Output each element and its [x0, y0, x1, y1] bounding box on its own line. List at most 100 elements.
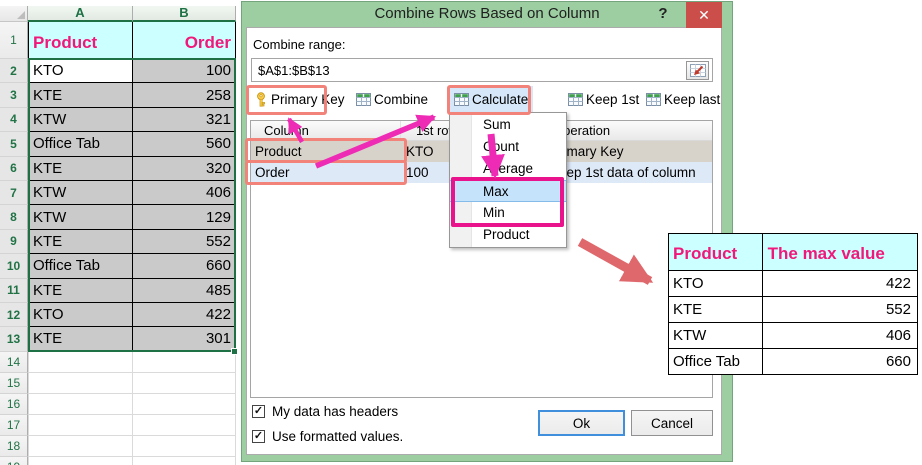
row-number[interactable]: 16 — [0, 393, 28, 415]
cell-b15[interactable] — [133, 372, 236, 394]
cell-a3[interactable]: KTE — [28, 83, 133, 108]
row-number[interactable]: 18 — [0, 435, 28, 457]
primary-key-button[interactable]: Primary Key — [254, 88, 345, 110]
menu-item-sum[interactable]: Sum — [450, 114, 566, 136]
cell-b10[interactable]: 660 — [133, 254, 236, 279]
menu-item-product[interactable]: Product — [450, 224, 566, 246]
range-selector-button[interactable] — [686, 60, 709, 80]
row-number[interactable]: 9 — [0, 229, 28, 255]
keep-last-button[interactable]: Keep last — [646, 88, 720, 110]
cell-b18[interactable] — [133, 435, 236, 457]
cell-a11[interactable]: KTE — [28, 278, 133, 303]
cell-b19[interactable] — [133, 456, 236, 465]
cell-a8[interactable]: KTW — [28, 205, 133, 230]
cell-a2-active[interactable]: KTO — [28, 59, 133, 84]
cell-b9[interactable]: 552 — [133, 229, 236, 255]
result-cell-product: Office Tab — [669, 349, 763, 375]
my-data-has-headers-checkbox[interactable]: ✓ My data has headers — [252, 404, 398, 419]
row-number[interactable]: 5 — [0, 132, 28, 157]
column-list-header-column[interactable]: Column — [251, 121, 401, 140]
cell-a14[interactable] — [28, 351, 133, 373]
row-number[interactable]: 2 — [0, 59, 28, 84]
cell-a1[interactable]: Product — [28, 22, 133, 59]
screenshot-root: A B 1 Product Order 2 KTO 100 3 KTE 2 5 8 … — [0, 0, 922, 465]
close-button[interactable]: ✕ — [686, 2, 722, 28]
row-number[interactable]: 12 — [0, 302, 28, 328]
cell-b5[interactable]: 560 — [133, 132, 236, 157]
cell-b12[interactable]: 422 — [133, 302, 236, 328]
sheet-row-2: 2 KTO 100 — [0, 59, 236, 84]
cell-a10[interactable]: Office Tab — [28, 254, 133, 279]
cell-b2[interactable]: 100 — [133, 59, 236, 84]
row-number[interactable]: 6 — [0, 156, 28, 181]
row-number[interactable]: 3 — [0, 83, 28, 108]
cell-b14[interactable] — [133, 351, 236, 373]
help-button[interactable]: ? — [653, 5, 673, 22]
menu-item-min[interactable]: Min — [450, 202, 566, 224]
menu-item-average[interactable]: Average — [450, 158, 566, 180]
row-number[interactable]: 13 — [0, 327, 28, 352]
row-number[interactable]: 1 — [0, 22, 28, 59]
keep-1st-label: Keep 1st — [586, 91, 640, 107]
list-cell-column: Order — [255, 165, 290, 180]
cell-a17[interactable] — [28, 414, 133, 436]
combine-button[interactable]: Combine — [356, 88, 428, 110]
list-cell-column: Product — [255, 144, 302, 159]
cell-a18[interactable] — [28, 435, 133, 457]
list-cell-operation: Primary Key — [550, 144, 624, 159]
row-number[interactable]: 10 — [0, 254, 28, 279]
column-headers: A B — [0, 6, 236, 22]
combine-label: Combine — [374, 91, 429, 107]
cancel-button[interactable]: Cancel — [631, 410, 713, 436]
combine-range-input[interactable]: $A$1:$B$13 — [251, 58, 713, 82]
menu-item-max[interactable]: Max — [450, 180, 566, 202]
cell-b17[interactable] — [133, 414, 236, 436]
calculate-button[interactable]: Calculate — [449, 86, 534, 113]
result-row: KTO 422 — [669, 271, 918, 297]
sheet-row-1: 1 Product Order — [0, 22, 236, 59]
close-icon: ✕ — [698, 6, 710, 23]
select-all-corner[interactable] — [0, 6, 28, 22]
cell-a15[interactable] — [28, 372, 133, 394]
cell-b1[interactable]: Order — [133, 22, 236, 59]
row-number[interactable]: 7 — [0, 180, 28, 206]
row-number[interactable]: 19 — [0, 456, 28, 465]
use-formatted-values-checkbox[interactable]: ✓ Use formatted values. — [252, 429, 403, 444]
keep-1st-button[interactable]: Keep 1st — [568, 88, 639, 110]
row-number[interactable]: 14 — [0, 351, 28, 373]
fill-handle[interactable] — [231, 348, 238, 355]
cell-a13[interactable]: KTE — [28, 327, 133, 352]
row-number[interactable]: 8 — [0, 205, 28, 230]
cell-a5[interactable]: Office Tab — [28, 132, 133, 157]
cell-b16[interactable] — [133, 393, 236, 415]
cell-b6[interactable]: 320 — [133, 156, 236, 181]
cell-a7[interactable]: KTW — [28, 180, 133, 206]
menu-item-count[interactable]: Count — [450, 136, 566, 158]
combine-range-value: $A$1:$B$13 — [258, 62, 330, 78]
table-icon — [454, 93, 469, 106]
checkbox-checked-icon: ✓ — [252, 430, 265, 443]
cell-b8[interactable]: 129 — [133, 205, 236, 230]
row-number[interactable]: 15 — [0, 372, 28, 394]
cell-b13[interactable]: 301 — [133, 327, 236, 352]
sheet-grid: 1 Product Order 2 KTO 100 3 KTE 258 4 KT… — [0, 22, 236, 465]
cell-a12[interactable]: KTO — [28, 302, 133, 328]
column-header-a[interactable]: A — [28, 6, 133, 22]
row-number[interactable]: 17 — [0, 414, 28, 436]
row-number[interactable]: 4 — [0, 107, 28, 133]
cell-b11[interactable]: 485 — [133, 278, 236, 303]
cell-a9[interactable]: KTE — [28, 229, 133, 255]
cell-a19[interactable] — [28, 456, 133, 465]
ok-button[interactable]: Ok — [538, 410, 625, 436]
sheet-row-19: 19 — [0, 456, 236, 465]
cell-b7[interactable]: 406 — [133, 180, 236, 206]
column-header-b[interactable]: B — [133, 6, 236, 22]
column-list-header-operation[interactable]: Operation — [546, 121, 712, 140]
cell-a4[interactable]: KTW — [28, 107, 133, 133]
cell-a16[interactable] — [28, 393, 133, 415]
row-number[interactable]: 11 — [0, 278, 28, 303]
cell-b3[interactable]: 258 — [133, 83, 236, 108]
cell-b4[interactable]: 321 — [133, 107, 236, 133]
sheet-row-12: 12 KTO 422 — [0, 302, 236, 328]
cell-a6[interactable]: KTE — [28, 156, 133, 181]
